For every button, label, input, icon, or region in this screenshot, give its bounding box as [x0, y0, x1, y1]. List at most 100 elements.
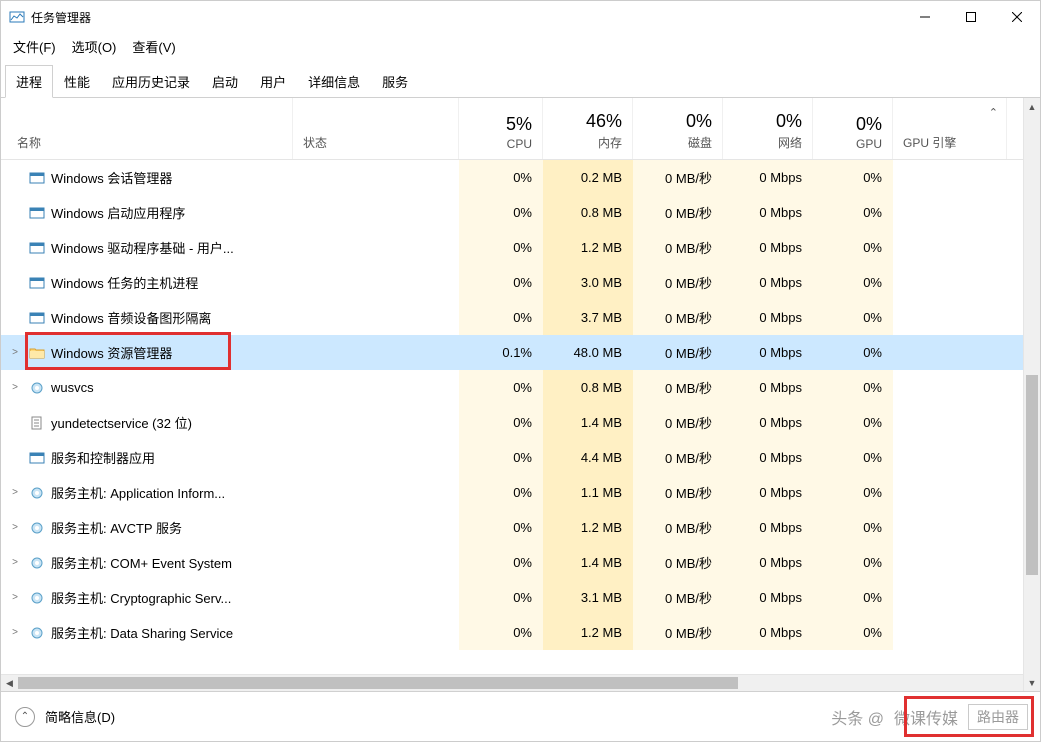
- expand-icon[interactable]: >: [7, 557, 23, 568]
- table-row[interactable]: Windows 任务的主机进程0%3.0 MB0 MB/秒0 Mbps0%: [1, 265, 1040, 300]
- process-icon: [29, 625, 45, 641]
- memory-cell: 0.8 MB: [543, 195, 633, 230]
- network-cell: 0 Mbps: [723, 580, 813, 615]
- table-row[interactable]: >服务主机: Cryptographic Serv...0%3.1 MB0 MB…: [1, 580, 1040, 615]
- network-cell: 0 Mbps: [723, 545, 813, 580]
- gpu-cell: 0%: [813, 300, 893, 335]
- table-row[interactable]: Windows 启动应用程序0%0.8 MB0 MB/秒0 Mbps0%: [1, 195, 1040, 230]
- table-row[interactable]: Windows 音频设备图形隔离0%3.7 MB0 MB/秒0 Mbps0%: [1, 300, 1040, 335]
- tab-startup[interactable]: 启动: [201, 65, 249, 98]
- table-row[interactable]: >服务主机: AVCTP 服务0%1.2 MB0 MB/秒0 Mbps0%: [1, 510, 1040, 545]
- window-controls: [902, 1, 1040, 33]
- col-cpu[interactable]: 5%CPU: [459, 98, 543, 159]
- process-name: 服务主机: Data Sharing Service: [51, 623, 233, 642]
- menu-view[interactable]: 查看(V): [126, 35, 181, 58]
- gpu-cell: 0%: [813, 160, 893, 195]
- status-cell: [293, 510, 459, 545]
- status-cell: [293, 335, 459, 370]
- gpu-engine-cell: [893, 405, 1007, 440]
- disk-cell: 0 MB/秒: [633, 230, 723, 265]
- tab-performance[interactable]: 性能: [53, 65, 101, 98]
- expand-icon[interactable]: >: [7, 382, 23, 393]
- status-cell: [293, 580, 459, 615]
- gpu-cell: 0%: [813, 545, 893, 580]
- collapse-chevron-icon[interactable]: ⌃: [15, 707, 35, 727]
- memory-cell: 0.2 MB: [543, 160, 633, 195]
- cpu-cell: 0%: [459, 265, 543, 300]
- minimize-button[interactable]: [902, 1, 948, 33]
- gpu-engine-cell: [893, 160, 1007, 195]
- cpu-cell: 0%: [459, 440, 543, 475]
- col-name[interactable]: 名称: [1, 98, 293, 159]
- menu-file[interactable]: 文件(F): [7, 35, 62, 58]
- scroll-up-icon[interactable]: ▲: [1024, 98, 1040, 115]
- network-cell: 0 Mbps: [723, 195, 813, 230]
- col-memory[interactable]: 46%内存: [543, 98, 633, 159]
- gpu-engine-cell: [893, 370, 1007, 405]
- fewer-details-link[interactable]: 简略信息(D): [45, 707, 115, 726]
- process-name: Windows 启动应用程序: [51, 203, 185, 222]
- tab-services[interactable]: 服务: [371, 65, 419, 98]
- table-row[interactable]: >服务主机: Data Sharing Service0%1.2 MB0 MB/…: [1, 615, 1040, 650]
- vscroll-thumb[interactable]: [1026, 375, 1038, 575]
- col-gpu-engine[interactable]: ⌃GPU 引擎: [893, 98, 1007, 159]
- expand-icon[interactable]: >: [7, 347, 23, 358]
- expand-icon[interactable]: >: [7, 487, 23, 498]
- process-icon: [29, 275, 45, 291]
- process-name: yundetectservice (32 位): [51, 413, 192, 432]
- col-network[interactable]: 0%网络: [723, 98, 813, 159]
- process-name: Windows 音频设备图形隔离: [51, 308, 211, 327]
- table-row[interactable]: >服务主机: Application Inform...0%1.1 MB0 MB…: [1, 475, 1040, 510]
- tab-users[interactable]: 用户: [249, 65, 297, 98]
- maximize-button[interactable]: [948, 1, 994, 33]
- cpu-cell: 0%: [459, 580, 543, 615]
- table-row[interactable]: >服务主机: COM+ Event System0%1.4 MB0 MB/秒0 …: [1, 545, 1040, 580]
- status-cell: [293, 545, 459, 580]
- status-cell: [293, 160, 459, 195]
- disk-cell: 0 MB/秒: [633, 510, 723, 545]
- process-icon: [29, 345, 45, 361]
- scroll-down-icon[interactable]: ▼: [1024, 674, 1040, 691]
- cpu-cell: 0%: [459, 545, 543, 580]
- status-cell: [293, 370, 459, 405]
- gpu-engine-cell: [893, 615, 1007, 650]
- menubar: 文件(F) 选项(O) 查看(V): [1, 33, 1040, 64]
- table-row[interactable]: >Windows 资源管理器0.1%48.0 MB0 MB/秒0 Mbps0%: [1, 335, 1040, 370]
- col-gpu[interactable]: 0%GPU: [813, 98, 893, 159]
- table-row[interactable]: yundetectservice (32 位)0%1.4 MB0 MB/秒0 M…: [1, 405, 1040, 440]
- expand-icon[interactable]: >: [7, 592, 23, 603]
- hscroll-thumb[interactable]: [18, 677, 738, 689]
- process-icon: [29, 170, 45, 186]
- gpu-cell: 0%: [813, 265, 893, 300]
- process-icon: [29, 240, 45, 256]
- disk-cell: 0 MB/秒: [633, 335, 723, 370]
- table-row[interactable]: Windows 会话管理器0%0.2 MB0 MB/秒0 Mbps0%: [1, 160, 1040, 195]
- table-row[interactable]: Windows 驱动程序基础 - 用户...0%1.2 MB0 MB/秒0 Mb…: [1, 230, 1040, 265]
- tab-processes[interactable]: 进程: [5, 65, 53, 98]
- gpu-engine-cell: [893, 440, 1007, 475]
- table-row[interactable]: 服务和控制器应用0%4.4 MB0 MB/秒0 Mbps0%: [1, 440, 1040, 475]
- vertical-scrollbar[interactable]: ▲ ▼: [1023, 98, 1040, 691]
- tab-app-history[interactable]: 应用历史记录: [101, 65, 201, 98]
- disk-cell: 0 MB/秒: [633, 160, 723, 195]
- expand-icon[interactable]: >: [7, 522, 23, 533]
- status-cell: [293, 300, 459, 335]
- col-status[interactable]: 状态: [293, 98, 459, 159]
- close-button[interactable]: [994, 1, 1040, 33]
- gpu-engine-cell: [893, 335, 1007, 370]
- process-name: 服务主机: Application Inform...: [51, 483, 225, 502]
- col-disk[interactable]: 0%磁盘: [633, 98, 723, 159]
- process-name: Windows 资源管理器: [51, 343, 172, 362]
- memory-cell: 0.8 MB: [543, 370, 633, 405]
- expand-icon[interactable]: >: [7, 627, 23, 638]
- watermark: 头条 @ 微课传媒 路由器: [831, 704, 1028, 730]
- gpu-cell: 0%: [813, 195, 893, 230]
- tabs: 进程 性能 应用历史记录 启动 用户 详细信息 服务: [1, 64, 1040, 98]
- table-row[interactable]: >wusvcs0%0.8 MB0 MB/秒0 Mbps0%: [1, 370, 1040, 405]
- disk-cell: 0 MB/秒: [633, 580, 723, 615]
- tab-details[interactable]: 详细信息: [297, 65, 371, 98]
- horizontal-scrollbar[interactable]: ◀ ▶: [1, 674, 1040, 691]
- menu-options[interactable]: 选项(O): [66, 35, 123, 58]
- scroll-left-icon[interactable]: ◀: [1, 675, 18, 691]
- network-cell: 0 Mbps: [723, 160, 813, 195]
